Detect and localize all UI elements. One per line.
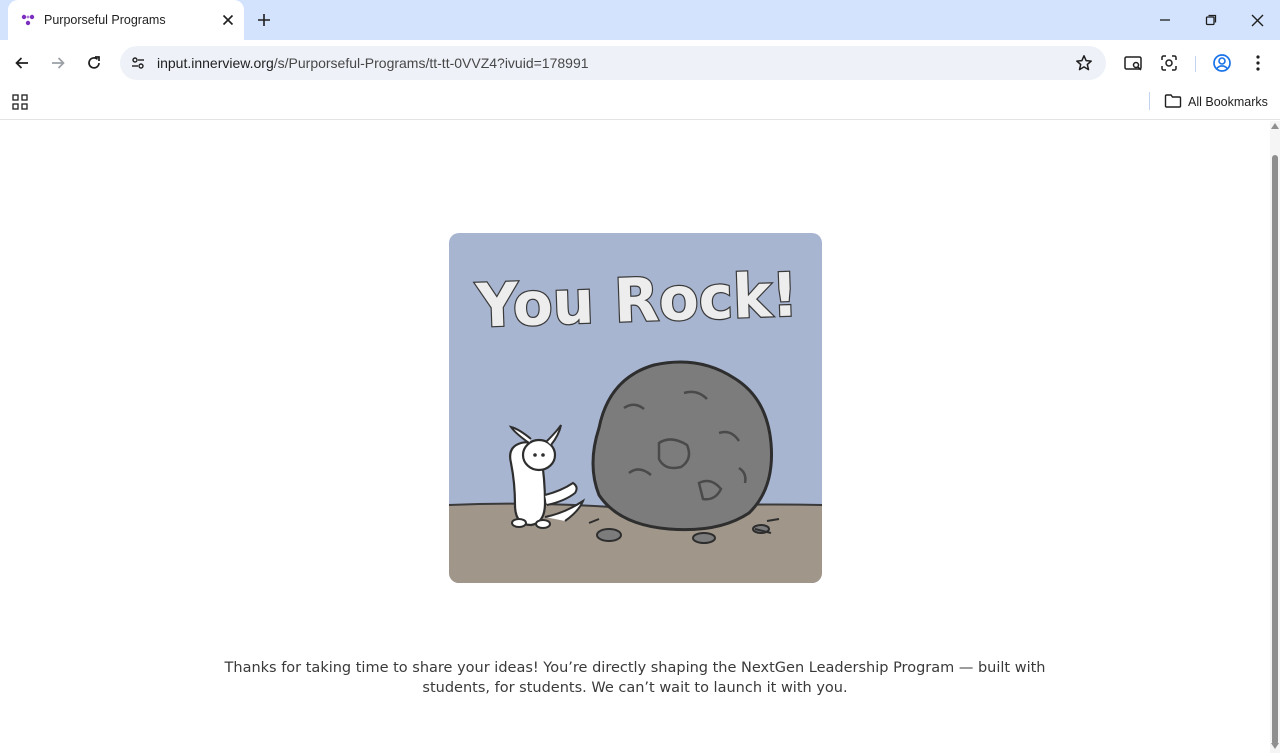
toolbar-separator: [1195, 56, 1196, 72]
all-bookmarks-label: All Bookmarks: [1188, 95, 1268, 109]
restore-icon[interactable]: [1188, 0, 1234, 40]
thank-you-message: Thanks for taking time to share your ide…: [200, 658, 1070, 698]
minimize-icon[interactable]: [1142, 0, 1188, 40]
kebab-icon[interactable]: [1246, 51, 1270, 75]
page-content: You Rock! Thanks for taking time to shar…: [0, 121, 1270, 753]
url-text[interactable]: input.innerview.org/s/Purporseful-Progra…: [157, 55, 589, 71]
folder-icon: [1164, 93, 1182, 112]
thank-you-message-line1: Thanks for taking time to share your ide…: [224, 660, 1046, 676]
url-host: input.innerview.org: [157, 55, 274, 71]
scroll-down-arrow-icon[interactable]: [1271, 743, 1279, 751]
profile-icon[interactable]: [1210, 51, 1234, 75]
tab-strip: Purporseful Programs: [0, 0, 1280, 40]
all-bookmarks-button[interactable]: All Bookmarks: [1164, 90, 1268, 114]
bookmarks-bar: All Bookmarks: [0, 86, 1280, 120]
apps-grid-icon[interactable]: [10, 92, 30, 112]
scrollbar-thumb[interactable]: [1272, 155, 1278, 745]
address-bar[interactable]: input.innerview.org/s/Purporseful-Progra…: [120, 46, 1106, 80]
lens-icon[interactable]: [1157, 51, 1181, 75]
reading-mode-icon[interactable]: [1121, 51, 1145, 75]
arrow-right-icon[interactable]: [43, 48, 73, 78]
browser-tab[interactable]: Purporseful Programs: [8, 0, 244, 40]
star-icon[interactable]: [1074, 53, 1094, 73]
close-window-icon[interactable]: [1234, 0, 1280, 40]
browser-toolbar: input.innerview.org/s/Purporseful-Progra…: [0, 40, 1280, 86]
tab-title: Purporseful Programs: [44, 13, 166, 27]
scroll-up-arrow-icon[interactable]: [1271, 123, 1279, 131]
illustration-heading: You Rock!: [474, 260, 799, 341]
you-rock-illustration: You Rock!: [449, 233, 822, 583]
innerview-logo-icon: [20, 12, 36, 28]
arrow-left-icon[interactable]: [7, 48, 37, 78]
bookmarks-separator: [1149, 92, 1150, 110]
close-icon[interactable]: [218, 10, 238, 30]
thank-you-message-line2: students, for students. We can’t wait to…: [422, 680, 848, 696]
tune-icon[interactable]: [128, 53, 148, 73]
reload-icon[interactable]: [79, 48, 109, 78]
plus-icon[interactable]: [252, 8, 276, 32]
page-scrollbar[interactable]: [1270, 121, 1280, 753]
url-path: /s/Purporseful-Programs/tt-tt-0VVZ4?ivui…: [273, 55, 589, 71]
